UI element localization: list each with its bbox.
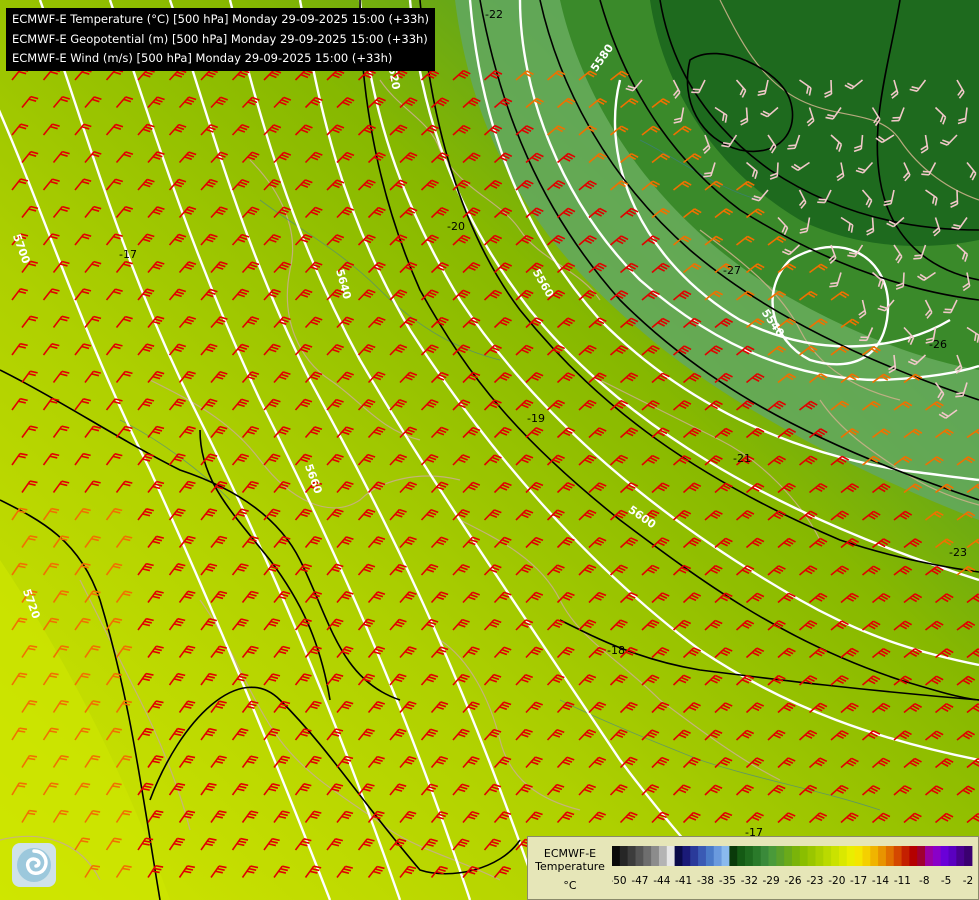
legend-swatch bbox=[932, 846, 942, 866]
temperature-label: -17 bbox=[119, 248, 137, 261]
legend-swatch bbox=[612, 846, 621, 866]
legend-tick-label: -29 bbox=[763, 875, 780, 887]
legend-swatch bbox=[666, 846, 676, 866]
legend-swatch bbox=[627, 846, 636, 866]
legend-swatch bbox=[776, 846, 785, 866]
legend-swatch bbox=[651, 846, 660, 866]
legend-swatch bbox=[643, 846, 652, 866]
legend-swatch bbox=[964, 846, 973, 866]
legend-swatch bbox=[721, 846, 730, 866]
legend-tick-label: -50 bbox=[612, 875, 627, 887]
temperature-label: -26 bbox=[929, 338, 947, 351]
legend-tick-label: -17 bbox=[850, 875, 867, 887]
legend-tick-label: -20 bbox=[828, 875, 845, 887]
legend-unit: °C bbox=[563, 879, 577, 892]
legend-swatch bbox=[846, 846, 856, 866]
temperature-legend: ECMWF-E Temperature °C -50 -47 -44 -41 -38 -3… bbox=[527, 836, 979, 900]
legend-swatch bbox=[690, 846, 699, 866]
legend-swatch bbox=[893, 846, 902, 866]
legend-tick-label: -8 bbox=[919, 875, 929, 887]
legend-swatch bbox=[823, 846, 832, 866]
legend-swatch bbox=[917, 846, 926, 866]
legend-swatch bbox=[682, 846, 691, 866]
provider-logo bbox=[12, 843, 56, 887]
legend-swatch bbox=[760, 846, 769, 866]
legend-swatch bbox=[901, 846, 910, 866]
legend-tick-label: -35 bbox=[719, 875, 736, 887]
legend-swatch bbox=[909, 846, 918, 866]
legend-colorbar: -50-47-44-41-38-35-32-29-26-23-20-17-14-… bbox=[612, 846, 973, 887]
legend-title: ECMWF-E Temperature bbox=[535, 847, 605, 873]
legend-swatch bbox=[674, 846, 683, 866]
legend-swatch bbox=[885, 846, 895, 866]
legend-swatch bbox=[925, 846, 934, 866]
temperature-label: -22 bbox=[485, 8, 503, 21]
temperature-label: -19 bbox=[527, 412, 545, 425]
legend-swatch bbox=[737, 846, 746, 866]
legend-tick-label: -2 bbox=[963, 875, 973, 887]
temperature-label: -20 bbox=[447, 220, 465, 233]
title-wind: ECMWF-E Wind (m/s) [500 hPa] Monday 29-0… bbox=[12, 51, 393, 65]
legend-tick-label: -14 bbox=[872, 875, 889, 887]
legend-swatch bbox=[752, 846, 762, 866]
temperature-label: -27 bbox=[723, 264, 741, 277]
legend-swatch bbox=[705, 846, 715, 866]
legend-swatch bbox=[948, 846, 957, 866]
title-geopotential: ECMWF-E Geopotential (m) [500 hPa] Monda… bbox=[12, 31, 428, 46]
weather-map: 556055805540560056205640566057005720-22-… bbox=[0, 0, 979, 900]
legend-swatch bbox=[807, 846, 816, 866]
legend-swatch bbox=[878, 846, 887, 866]
legend-tick-label: -32 bbox=[741, 875, 758, 887]
temperature-label: -18 bbox=[607, 644, 625, 657]
legend-swatch bbox=[854, 846, 863, 866]
legend-swatch bbox=[729, 846, 738, 866]
legend-swatch bbox=[792, 846, 801, 866]
legend-swatch bbox=[635, 846, 644, 866]
title-temperature: ECMWF-E Temperature (°C) [500 hPa] Monda… bbox=[12, 12, 430, 26]
legend-tick-label: -26 bbox=[784, 875, 801, 887]
temperature-label: -23 bbox=[949, 546, 967, 559]
legend-tick-label: -44 bbox=[653, 875, 670, 887]
legend-tick-label: -23 bbox=[806, 875, 823, 887]
legend-swatch bbox=[956, 846, 965, 866]
map-title-box: ECMWF-E Temperature (°C) [500 hPa] Monda… bbox=[6, 8, 436, 71]
legend-tick-label: -47 bbox=[631, 875, 648, 887]
legend-swatch bbox=[870, 846, 879, 866]
legend-swatch bbox=[862, 846, 871, 866]
legend-swatch bbox=[838, 846, 848, 866]
legend-swatch bbox=[658, 846, 668, 866]
legend-swatch bbox=[831, 846, 840, 866]
legend-swatch bbox=[799, 846, 809, 866]
legend-tick-label: -5 bbox=[941, 875, 951, 887]
legend-swatch bbox=[784, 846, 793, 866]
legend-swatch bbox=[713, 846, 722, 866]
legend-swatch bbox=[619, 846, 629, 866]
legend-tick-label: -41 bbox=[675, 875, 692, 887]
legend-swatch bbox=[768, 846, 777, 866]
legend-tick-label: -38 bbox=[697, 875, 714, 887]
temperature-label: -21 bbox=[733, 452, 751, 465]
legend-swatch bbox=[698, 846, 707, 866]
legend-tick-label: -11 bbox=[894, 875, 911, 887]
legend-swatch bbox=[940, 846, 949, 866]
legend-swatch bbox=[745, 846, 754, 866]
legend-swatch bbox=[815, 846, 824, 866]
